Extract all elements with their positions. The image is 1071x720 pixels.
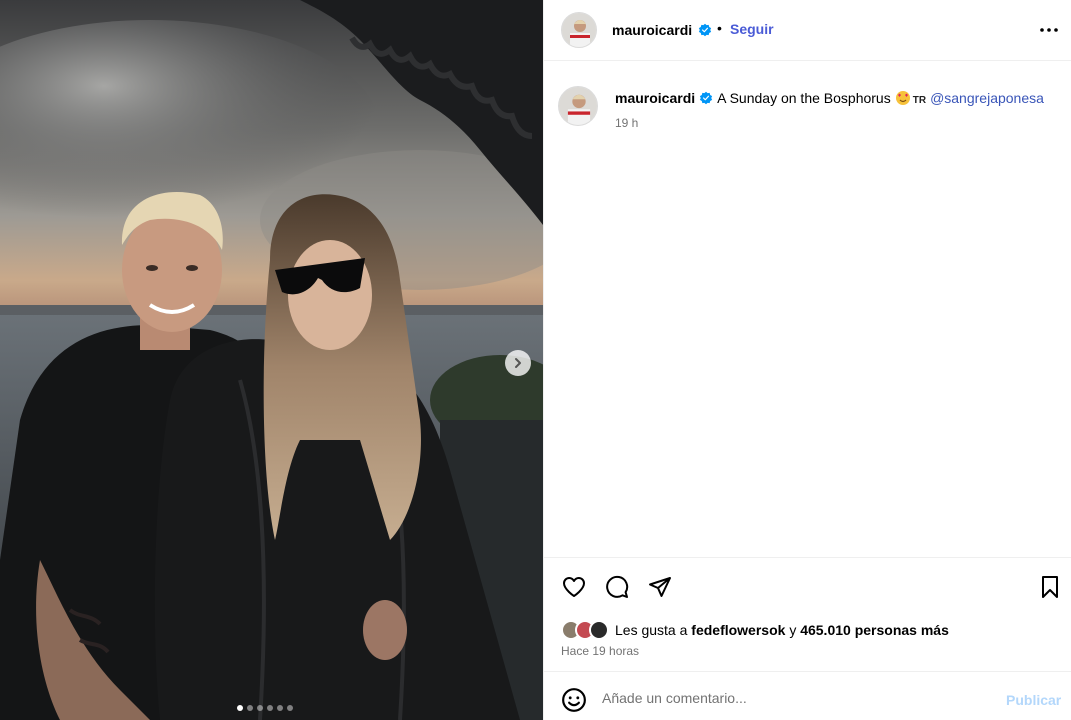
caption-username[interactable]: mauroicardi: [615, 90, 695, 106]
comment-box: Publicar: [544, 671, 1071, 720]
carousel-dot: [267, 705, 273, 711]
likes-user[interactable]: fedeflowersok: [691, 622, 785, 638]
follow-button[interactable]: Seguir: [730, 21, 774, 37]
carousel-dot: [247, 705, 253, 711]
carousel-dot: [257, 705, 263, 711]
carousel-indicator: [237, 705, 293, 711]
post-media[interactable]: [0, 0, 543, 720]
verified-icon: [700, 91, 713, 105]
post-timestamp[interactable]: 19 h: [615, 116, 638, 130]
save-button[interactable]: [1037, 574, 1063, 600]
header-separator: •: [717, 20, 722, 36]
country-flag-tr: TR: [912, 95, 927, 106]
carousel-dot: [277, 705, 283, 711]
chevron-right-icon: [515, 358, 521, 368]
likes-text: Les gusta a fedeflowersok y 465.010 pers…: [615, 622, 949, 638]
post-header: mauroicardi • Seguir: [544, 0, 1071, 61]
likes-count[interactable]: 465.010 personas más: [800, 622, 949, 638]
like-button[interactable]: [561, 574, 587, 600]
verified-icon: [698, 23, 712, 37]
post-photo: [0, 0, 543, 720]
carousel-dot: [237, 705, 243, 711]
bookmark-icon: [1042, 576, 1058, 598]
caption-line: mauroicardi A Sunday on the Bosphorus TR…: [615, 90, 1044, 106]
carousel-dot: [287, 705, 293, 711]
avatar[interactable]: [561, 12, 597, 48]
smile-icon[interactable]: [561, 687, 587, 713]
likes-summary[interactable]: Les gusta a fedeflowersok y 465.010 pers…: [561, 619, 949, 641]
likes-prefix: Les gusta a: [615, 622, 688, 638]
heart-icon: [563, 577, 585, 597]
carousel-next-button[interactable]: [505, 350, 531, 376]
comment-button[interactable]: [604, 574, 630, 600]
post-side-panel: mauroicardi • Seguir mauroicardi A Sunda…: [543, 0, 1071, 720]
likes-connector: y: [789, 622, 797, 638]
header-username[interactable]: mauroicardi: [612, 22, 692, 38]
publish-button[interactable]: Publicar: [1006, 692, 1061, 708]
post-actions: Les gusta a fedeflowersok y 465.010 pers…: [544, 557, 1071, 671]
mention-link[interactable]: @sangrejaponesa: [930, 90, 1044, 106]
more-icon: [1040, 28, 1058, 32]
comment-input[interactable]: [602, 685, 982, 711]
share-icon: [649, 577, 671, 597]
caption-text: A Sunday on the Bosphorus: [717, 90, 891, 106]
share-button[interactable]: [647, 574, 673, 600]
liker-avatar: [589, 620, 609, 640]
comment-icon: [606, 575, 629, 598]
more-options-button[interactable]: [1038, 20, 1060, 40]
post-date[interactable]: Hace 19 horas: [561, 644, 639, 658]
caption-avatar[interactable]: [558, 86, 598, 126]
love-face-emoji-icon: [895, 91, 910, 105]
